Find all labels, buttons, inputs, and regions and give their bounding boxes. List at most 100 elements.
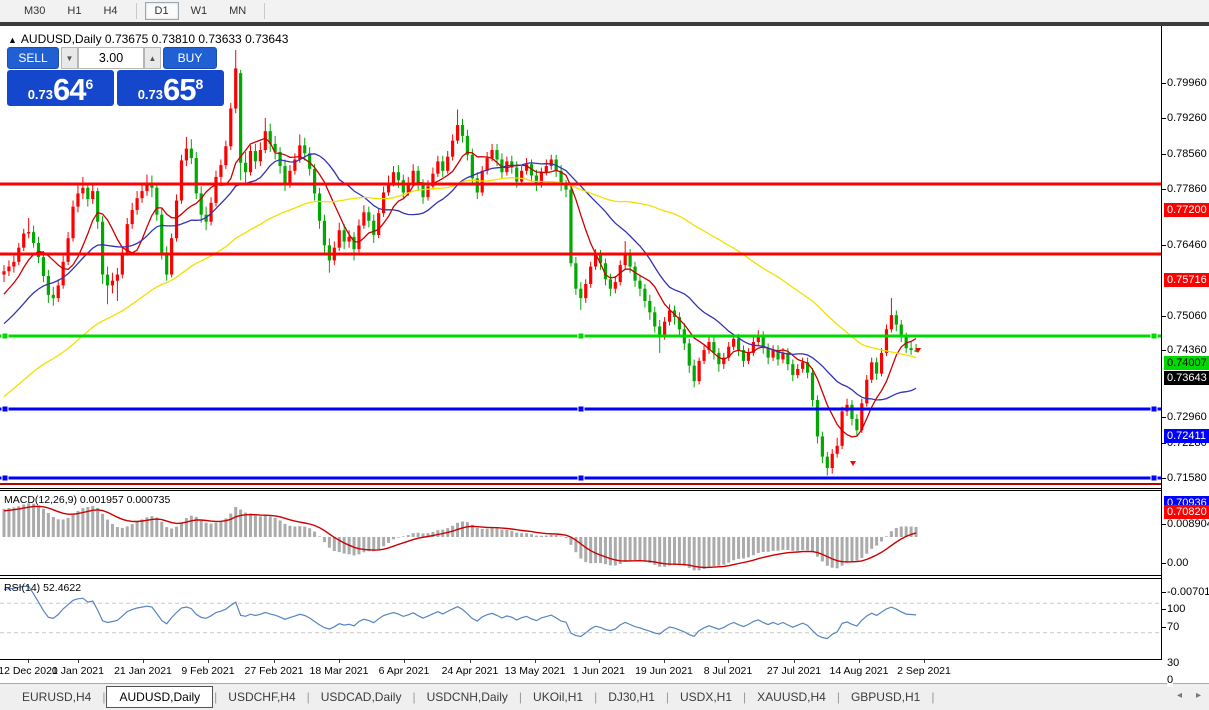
bid-price[interactable]: 0.73 64 6 <box>7 70 114 106</box>
macd-histogram-bar <box>160 521 164 537</box>
line-drag-handle[interactable] <box>577 332 585 340</box>
macd-histogram-bar <box>416 532 420 537</box>
tab-usdcnh-daily[interactable]: USDCNH,Daily <box>417 687 518 707</box>
line-drag-handle[interactable] <box>1 474 9 482</box>
candle-body <box>801 362 805 369</box>
macd-histogram-bar <box>327 537 331 548</box>
candle-body <box>357 225 361 250</box>
date-tick <box>78 660 79 663</box>
collapse-icon[interactable]: ▲ <box>8 35 17 45</box>
candle-body <box>870 362 874 380</box>
price-axis-label: 0.74007 <box>1164 356 1209 370</box>
candle-body <box>174 200 179 239</box>
candle-body <box>105 274 110 286</box>
volume-input[interactable]: 3.00 <box>78 47 144 69</box>
tab-usdcad-daily[interactable]: USDCAD,Daily <box>311 687 412 707</box>
macd-histogram-bar <box>549 534 553 537</box>
ask-prefix: 0.73 <box>137 87 164 102</box>
volume-decrease-button[interactable]: ▼ <box>61 47 78 69</box>
tab-dj30-h1[interactable]: DJ30,H1 <box>598 687 665 707</box>
price-axis-label: 0.73643 <box>1164 371 1209 385</box>
candle-body <box>367 212 371 221</box>
timeframe-h1-button[interactable]: H1 <box>57 2 91 20</box>
candle-body <box>589 266 593 284</box>
macd-histogram-bar <box>894 527 898 537</box>
timeframe-m30-button[interactable]: M30 <box>14 2 55 20</box>
line-drag-handle[interactable] <box>1150 332 1158 340</box>
macd-histogram-bar <box>742 537 745 559</box>
price-axis-label: 0.79260 <box>1167 111 1207 125</box>
macd-histogram-bar <box>870 537 874 549</box>
tab-audusd-daily[interactable]: AUDUSD,Daily <box>106 686 214 708</box>
candle-body <box>697 360 701 382</box>
timeframe-mn-button[interactable]: MN <box>219 2 256 20</box>
timeframe-h4-button[interactable]: H4 <box>93 2 127 20</box>
tab-eurusd-h4[interactable]: EURUSD,H4 <box>12 687 101 707</box>
macd-histogram-bar <box>258 516 262 537</box>
candle-body <box>712 342 716 353</box>
horizontal-level-line[interactable] <box>0 182 1161 186</box>
axis-tick <box>1162 478 1166 479</box>
candle-body <box>239 73 243 163</box>
volume-increase-button[interactable]: ▲ <box>144 47 161 69</box>
line-drag-handle[interactable] <box>1 332 9 340</box>
line-drag-handle[interactable] <box>1 405 9 413</box>
candle-body <box>71 206 75 239</box>
candle-body <box>27 232 31 234</box>
macd-histogram-bar <box>850 537 854 562</box>
macd-histogram-bar <box>515 532 519 537</box>
macd-histogram-bar <box>318 536 322 537</box>
macd-group <box>2 503 918 571</box>
tabs-scroll-left-icon[interactable]: ◂ <box>1177 690 1182 701</box>
macd-histogram-bar <box>653 537 657 565</box>
tab-xauusd-h4[interactable]: XAUUSD,H4 <box>747 687 836 707</box>
macd-histogram-bar <box>786 537 790 551</box>
macd-histogram-bar <box>825 537 829 566</box>
line-drag-handle[interactable] <box>1150 405 1158 413</box>
timeframe-d1-button[interactable]: D1 <box>144 2 179 20</box>
axis-tick <box>1162 316 1166 317</box>
buy-button[interactable]: BUY <box>163 47 217 69</box>
candle-body <box>574 263 578 289</box>
tab-usdx-h1[interactable]: USDX,H1 <box>670 687 742 707</box>
chart-area[interactable]: ▲ AUDUSD,Daily 0.73675 0.73810 0.73633 0.… <box>0 26 1209 687</box>
price-axis-label: -0.007013 <box>1167 585 1209 599</box>
candle-body <box>889 315 893 330</box>
candle-body <box>663 321 667 336</box>
line-drag-handle[interactable] <box>1150 474 1158 482</box>
price-axis-label: 0.72411 <box>1164 429 1209 443</box>
macd-histogram-bar <box>51 516 55 537</box>
macd-histogram-bar <box>253 515 257 537</box>
macd-histogram-bar <box>584 537 588 563</box>
macd-histogram-bar <box>110 523 114 537</box>
tab-ukoil-h1[interactable]: UKOil,H1 <box>523 687 593 707</box>
candle-body <box>322 220 327 246</box>
macd-histogram-bar <box>914 526 918 537</box>
candle-body <box>243 162 248 173</box>
tab-usdchf-h4[interactable]: USDCHF,H4 <box>218 687 305 707</box>
price-axis-label: 70 <box>1167 620 1180 634</box>
horizontal-level-line[interactable] <box>0 252 1161 256</box>
ask-pip-digit: 8 <box>195 76 204 92</box>
candle-body <box>791 364 795 376</box>
date-tick <box>470 660 471 663</box>
tabs-scroll-right-icon[interactable]: ▸ <box>1196 690 1201 701</box>
macd-histogram-bar <box>219 520 223 537</box>
line-drag-handle[interactable] <box>577 474 585 482</box>
macd-histogram-bar <box>520 533 524 537</box>
tab-separator: | <box>743 690 747 704</box>
candle-body <box>145 184 149 192</box>
sell-button[interactable]: SELL <box>7 47 59 69</box>
horizontal-level-line[interactable] <box>0 483 1161 485</box>
tab-gbpusd-h1[interactable]: GBPUSD,H1 <box>841 687 930 707</box>
timeframe-w1-button[interactable]: W1 <box>181 2 218 20</box>
macd-histogram-bar <box>880 537 884 542</box>
ask-price[interactable]: 0.73 65 8 <box>117 70 224 106</box>
price-axis-label: 0.71580 <box>1167 471 1207 485</box>
line-drag-handle[interactable] <box>577 405 585 413</box>
price-axis-label: 0.75060 <box>1167 309 1207 323</box>
macd-histogram-bar <box>41 508 45 537</box>
candlestick-chart-canvas[interactable] <box>0 26 1161 686</box>
macd-histogram-bar <box>480 528 484 537</box>
candle-body <box>56 285 60 299</box>
